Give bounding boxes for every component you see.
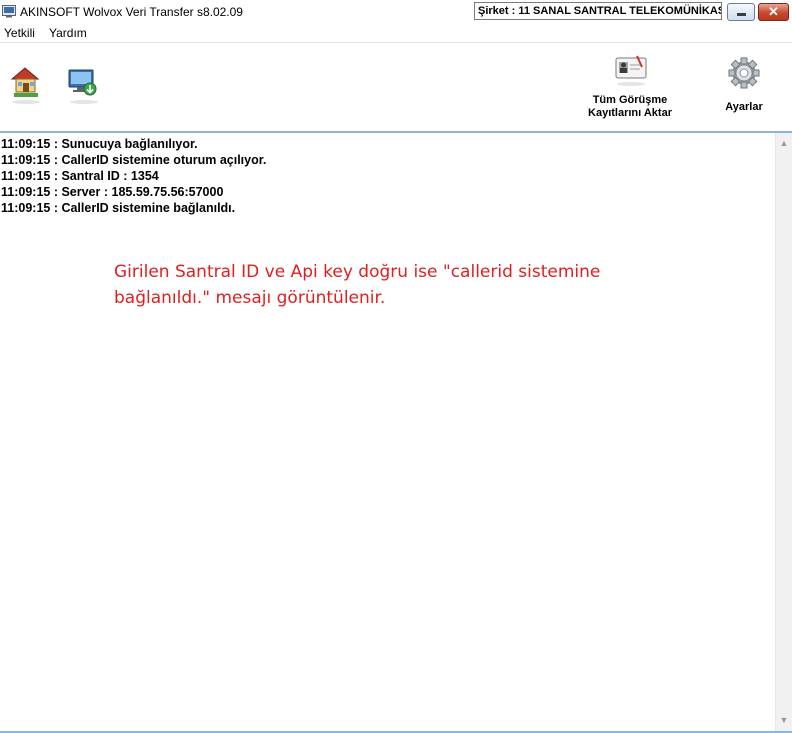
close-button[interactable]: ✕ <box>758 3 789 21</box>
log-line: 11:09:15 : CallerID sistemine oturum açı… <box>1 153 267 167</box>
records-label-line1: Tüm Görüşme <box>592 94 668 106</box>
close-icon: ✕ <box>768 4 779 19</box>
log-line: 11:09:15 : CallerID sistemine bağlanıldı… <box>1 201 236 215</box>
log-line: 11:09:15 : Server : 185.59.75.56:57000 <box>1 185 224 199</box>
transfer-all-records-button[interactable]: Tüm Görüşme Kayıtlarını Aktar <box>580 53 680 121</box>
menu-item-yetkili[interactable]: Yetkili <box>4 26 35 40</box>
home-icon <box>10 67 40 104</box>
vertical-scrollbar[interactable]: ▲ ▼ <box>775 133 792 731</box>
log-line: 11:09:15 : Sunucuya bağlanılıyor. <box>1 137 198 151</box>
menu-item-yardim[interactable]: Yardım <box>49 26 87 40</box>
app-window: AKINSOFT Wolvox Veri Transfer s8.02.09 Ş… <box>0 0 792 733</box>
minimize-button[interactable] <box>727 3 755 21</box>
settings-button[interactable]: Ayarlar <box>716 57 772 117</box>
menu-bar: Yetkili Yardım <box>0 24 792 43</box>
scroll-down-icon[interactable]: ▼ <box>776 712 792 729</box>
app-icon <box>2 5 16 18</box>
toolbar: Tüm Görüşme Kayıtlarını Aktar Ayarlar <box>0 43 792 133</box>
computer-download-icon <box>68 69 98 104</box>
home-button[interactable] <box>8 65 44 107</box>
id-card-icon <box>615 55 647 86</box>
transfer-button[interactable] <box>66 65 102 107</box>
title-bar: AKINSOFT Wolvox Veri Transfer s8.02.09 Ş… <box>0 0 792 24</box>
annotation-note: Girilen Santral ID ve Api key doğru ise … <box>114 262 601 308</box>
minimize-icon <box>737 13 746 16</box>
log-line: 11:09:15 : Santral ID : 1354 <box>1 169 159 183</box>
company-selector[interactable]: Şirket : 11 SANAL SANTRAL TELEKOMÜNİKASY… <box>474 2 722 20</box>
records-label-line2: Kayıtlarını Aktar <box>588 107 672 119</box>
scroll-up-icon[interactable]: ▲ <box>776 135 792 152</box>
window-title: AKINSOFT Wolvox Veri Transfer s8.02.09 <box>20 5 243 19</box>
log-output[interactable]: 11:09:15 : Sunucuya bağlanılıyor. 11:09:… <box>0 133 775 731</box>
gear-icon <box>728 57 760 89</box>
settings-label: Ayarlar <box>725 101 763 113</box>
